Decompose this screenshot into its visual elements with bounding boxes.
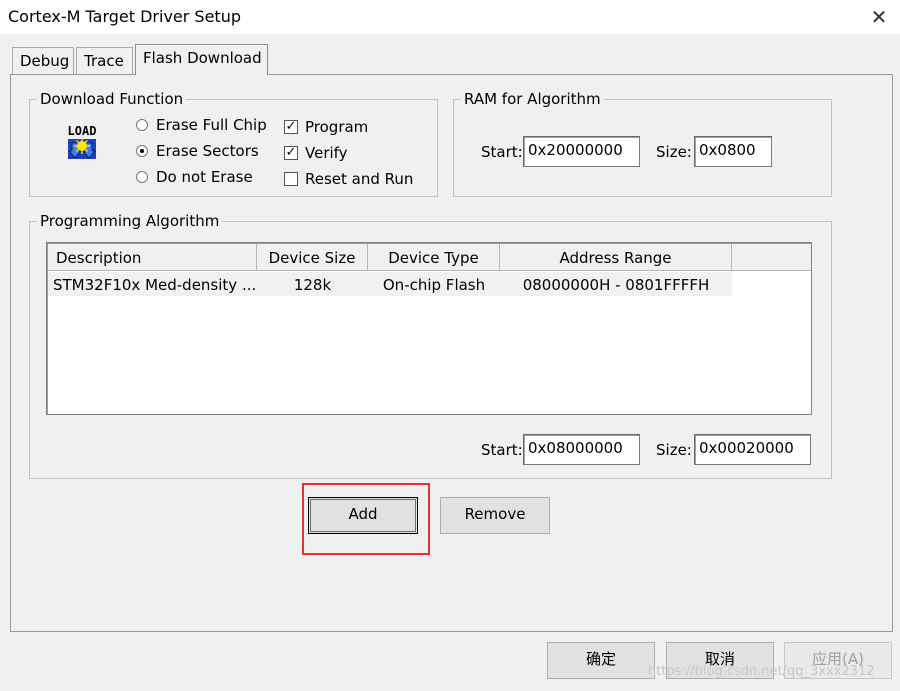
watermark: https://blog.csdn.net/qq_3xxx2312 xyxy=(648,664,875,679)
download-function-legend: Download Function xyxy=(37,90,187,108)
checkbox-label-reset-and-run: Reset and Run xyxy=(305,170,414,188)
algorithm-start-label: Start: xyxy=(481,441,523,459)
load-icon: LOAD xyxy=(62,123,102,161)
radio-label-erase-sectors: Erase Sectors xyxy=(156,142,259,160)
column-header-empty xyxy=(732,244,811,271)
tab-debug[interactable]: Debug xyxy=(12,47,74,74)
column-header-device-size[interactable]: Device Size xyxy=(257,244,368,271)
checkbox-reset-and-run[interactable] xyxy=(284,172,298,186)
close-icon[interactable]: ✕ xyxy=(866,4,892,30)
cell-device-size: 128k xyxy=(293,276,332,294)
remove-button[interactable]: Remove xyxy=(440,497,550,534)
algorithm-size-input[interactable]: 0x00020000 xyxy=(694,434,811,465)
algorithm-size-label: Size: xyxy=(656,441,692,459)
cell-address-range: 08000000H - 0801FFFFH xyxy=(522,276,710,294)
ram-size-label: Size: xyxy=(656,143,692,161)
ram-start-label: Start: xyxy=(481,143,523,161)
radio-do-not-erase[interactable] xyxy=(136,171,148,183)
checkbox-verify[interactable]: ✓ xyxy=(284,146,298,160)
algorithm-start-input[interactable]: 0x08000000 xyxy=(523,434,640,465)
highlight-box xyxy=(302,483,430,555)
title-bar: Cortex-M Target Driver Setup ✕ xyxy=(0,0,900,34)
programming-algorithm-legend: Programming Algorithm xyxy=(37,212,223,230)
radio-label-erase-full-chip: Erase Full Chip xyxy=(156,116,267,134)
ok-button[interactable]: 确定 xyxy=(547,642,655,679)
radio-label-do-not-erase: Do not Erase xyxy=(156,168,253,186)
svg-text:LOAD: LOAD xyxy=(68,124,97,138)
radio-erase-sectors[interactable] xyxy=(136,145,148,157)
window-title: Cortex-M Target Driver Setup xyxy=(8,7,241,26)
ram-size-input[interactable]: 0x0800 xyxy=(694,136,772,167)
checkbox-program[interactable]: ✓ xyxy=(284,120,298,134)
column-header-description[interactable]: Description xyxy=(48,244,257,271)
cell-device-type: On-chip Flash xyxy=(382,276,486,294)
algorithm-list[interactable]: Description Device Size Device Type Addr… xyxy=(46,242,812,415)
cell-description: STM32F10x Med-density ... xyxy=(53,276,257,294)
ram-start-input[interactable]: 0x20000000 xyxy=(523,136,640,167)
column-header-device-type[interactable]: Device Type xyxy=(368,244,500,271)
checkbox-label-program: Program xyxy=(305,118,369,136)
column-header-address-range[interactable]: Address Range xyxy=(500,244,732,271)
ram-legend: RAM for Algorithm xyxy=(461,90,604,108)
tab-flash-download[interactable]: Flash Download xyxy=(135,44,268,75)
radio-erase-full-chip[interactable] xyxy=(136,119,148,131)
tab-trace[interactable]: Trace xyxy=(76,47,133,74)
checkbox-label-verify: Verify xyxy=(305,144,348,162)
